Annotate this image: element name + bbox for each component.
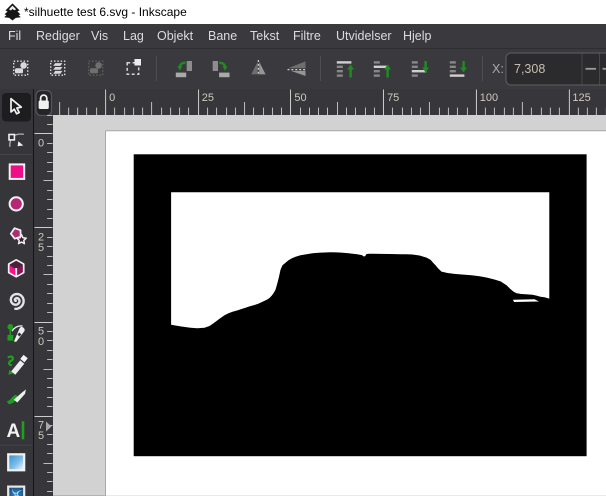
svg-text:25: 25: [201, 91, 213, 103]
svg-text:75: 75: [387, 91, 399, 103]
svg-text:125: 125: [572, 91, 590, 103]
svg-text:7,308: 7,308: [514, 62, 545, 76]
svg-text:5: 5: [38, 430, 44, 442]
svg-text:0: 0: [109, 91, 115, 103]
svg-text:0: 0: [38, 137, 44, 149]
svg-text:A: A: [7, 421, 21, 442]
svg-text:X:: X:: [492, 62, 504, 76]
svg-text:100: 100: [479, 91, 497, 103]
svg-text:50: 50: [294, 91, 306, 103]
svg-text:5: 5: [38, 242, 44, 254]
svg-text:0: 0: [38, 336, 44, 348]
